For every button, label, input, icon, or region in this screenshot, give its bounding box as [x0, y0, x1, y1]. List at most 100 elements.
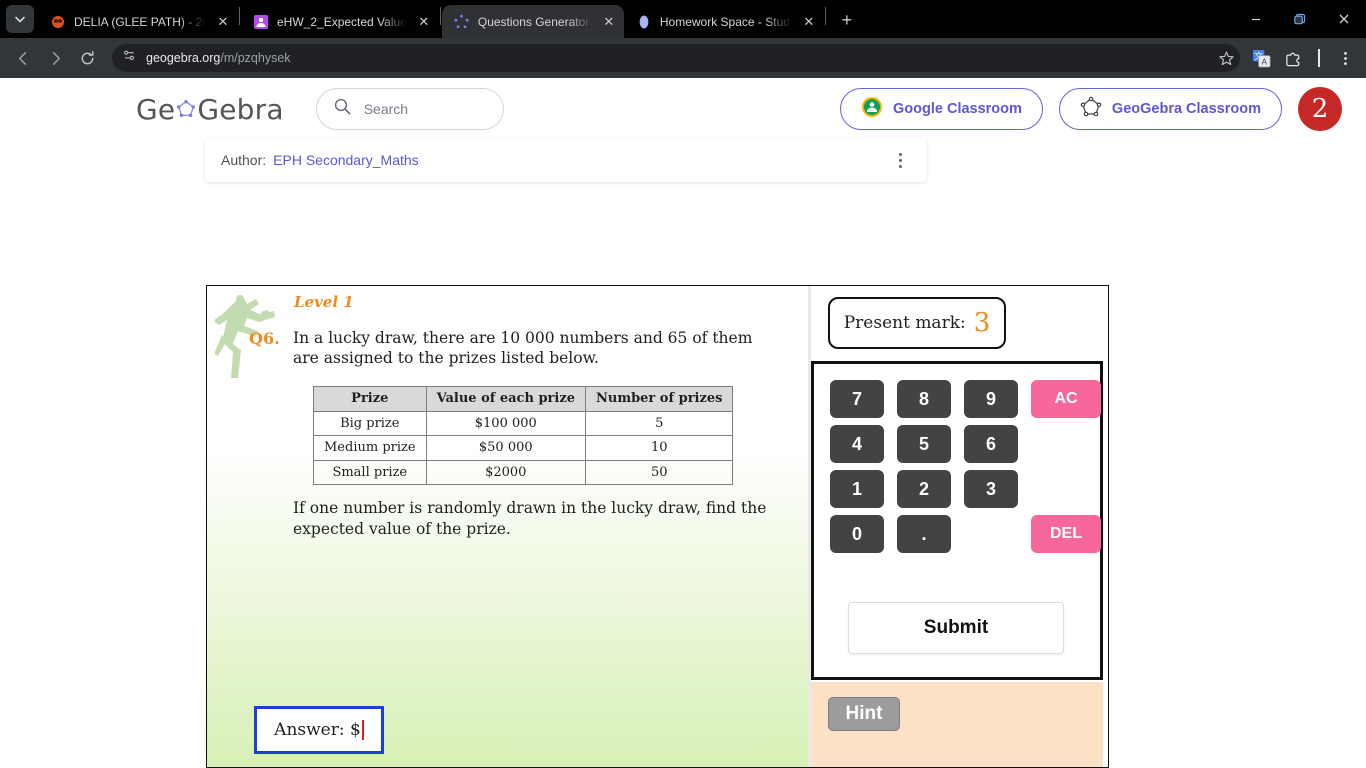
key-3[interactable]: 3 [964, 470, 1018, 508]
key-1[interactable]: 1 [830, 470, 884, 508]
key-9[interactable]: 9 [964, 380, 1018, 418]
table-header-cell: Value of each prize [425, 386, 586, 412]
question-text-part2: If one number is randomly drawn in the l… [293, 499, 767, 538]
key-decimal-point[interactable]: . [897, 515, 951, 553]
site-settings-icon[interactable] [122, 48, 137, 68]
key-6[interactable]: 6 [964, 425, 1018, 463]
forward-arrow-icon[interactable] [40, 43, 70, 73]
key-8[interactable]: 8 [897, 380, 951, 418]
author-card: Author: EPH Secondary_Maths [205, 138, 927, 182]
browser-menu-icon[interactable] [1332, 45, 1358, 71]
table-row: Medium prize $50 000 10 [313, 435, 734, 461]
key-2[interactable]: 2 [897, 470, 951, 508]
back-arrow-icon[interactable] [8, 43, 38, 73]
search-input[interactable] [363, 101, 484, 117]
present-mark-box: Present mark: 3 [828, 297, 1006, 349]
page-content: Ge Gebra Search Google Classroom GeoGebr… [0, 78, 1366, 768]
tab-title: DELIA (GLEE PATH) - 2022-202 [74, 14, 206, 29]
author-label: Author: [221, 152, 267, 168]
ehw-favicon [253, 14, 269, 30]
geogebra-header: Ge Gebra Search Google Classroom GeoGebr… [0, 78, 1366, 140]
prize-table: Prize Value of each prize Number of priz… [313, 386, 734, 486]
question-text-part1: In a lucky draw, there are 10 000 number… [293, 329, 753, 368]
tab-separator [439, 6, 441, 25]
numeric-keypad: 7 8 9 AC 4 5 6 1 2 3 0 . DEL [830, 380, 1101, 553]
key-4[interactable]: 4 [830, 425, 884, 463]
tab-search-button[interactable] [6, 5, 34, 33]
browser-tab-3-active[interactable]: Questions Generator 3B Ch11 E ✕ [441, 5, 624, 38]
key-spacer [964, 515, 1018, 553]
geogebra-classroom-icon [1080, 96, 1102, 122]
svg-text:A: A [1261, 57, 1267, 66]
geogebra-logo-text-1: Ge [136, 92, 176, 126]
tab-close-button-1[interactable]: ✕ [214, 13, 232, 31]
url-path: /m/pzqhysek [220, 51, 291, 65]
browser-toolbar: geogebra.org/m/pzqhysek 文A [0, 38, 1366, 78]
tab-strip: DELIA (GLEE PATH) - 2022-202 ✕ eHW_2_Exp… [0, 0, 1366, 38]
delia-favicon [50, 14, 66, 30]
table-cell: Small prize [313, 459, 427, 486]
tab-title: Homework Space - StudyX [659, 14, 792, 29]
tab-close-button-3[interactable]: ✕ [600, 13, 618, 31]
tab-close-button-4[interactable]: ✕ [800, 13, 818, 31]
studyx-favicon [636, 14, 652, 30]
geogebra-logo-text-2: Gebra [197, 92, 284, 126]
tab-close-button-2[interactable]: ✕ [415, 13, 433, 31]
hint-button[interactable]: Hint [828, 697, 900, 731]
key-7[interactable]: 7 [830, 380, 884, 418]
reload-icon[interactable] [72, 43, 102, 73]
browser-tab-1[interactable]: DELIA (GLEE PATH) - 2022-202 ✕ [38, 5, 238, 38]
table-header-cell: Prize [313, 386, 427, 412]
calculator-box: 7 8 9 AC 4 5 6 1 2 3 0 . DEL Submit [811, 361, 1103, 680]
kebab-menu-icon[interactable] [889, 149, 911, 171]
answer-panel: Present mark: 3 7 8 9 AC 4 5 6 1 2 3 0 .… [811, 286, 1107, 767]
browser-window: DELIA (GLEE PATH) - 2022-202 ✕ eHW_2_Exp… [0, 0, 1366, 768]
header-actions: Google Classroom GeoGebra Classroom 2 [840, 87, 1342, 131]
geogebra-classroom-button[interactable]: GeoGebra Classroom [1058, 88, 1282, 130]
author-link[interactable]: EPH Secondary_Maths [273, 152, 419, 168]
google-classroom-button[interactable]: Google Classroom [840, 88, 1043, 130]
toolbar-divider [1318, 49, 1320, 67]
geogebra-applet: Level 1 Q6. In a lucky draw, there are 1… [206, 285, 1109, 768]
present-mark-value: 3 [973, 308, 991, 338]
browser-tab-4[interactable]: Homework Space - StudyX ✕ [623, 5, 824, 38]
table-cell: 5 [584, 410, 734, 437]
answer-label: Answer: $ [274, 720, 361, 740]
avatar[interactable]: 2 [1298, 87, 1342, 131]
key-0[interactable]: 0 [830, 515, 884, 553]
table-cell: $2000 [425, 459, 586, 486]
geogebra-logo[interactable]: Ge Gebra [136, 93, 284, 126]
address-bar[interactable]: geogebra.org/m/pzqhysek [112, 44, 1240, 72]
maximize-button[interactable] [1278, 0, 1322, 38]
table-row: Small prize $2000 50 [313, 459, 734, 486]
bookmark-star-icon[interactable] [1212, 44, 1240, 72]
geogebra-classroom-label: GeoGebra Classroom [1111, 101, 1261, 117]
minimize-button[interactable] [1234, 0, 1278, 38]
close-window-button[interactable] [1322, 0, 1366, 38]
key-5[interactable]: 5 [897, 425, 951, 463]
table-cell: Medium prize [313, 435, 427, 461]
geogebra-favicon [454, 14, 470, 30]
submit-button[interactable]: Submit [848, 602, 1064, 654]
table-header-row: Prize Value of each prize Number of priz… [313, 386, 734, 412]
table-cell: 50 [584, 459, 734, 486]
key-del[interactable]: DEL [1031, 515, 1101, 553]
search-box[interactable] [315, 88, 504, 130]
tab-title: eHW_2_Expected Value [277, 14, 407, 29]
search-icon [333, 97, 352, 121]
table-cell: $100 000 [425, 410, 586, 437]
tab-separator [239, 6, 240, 25]
question-number: Q6. [249, 329, 280, 348]
translate-icon[interactable]: 文A [1248, 45, 1274, 71]
window-controls [1234, 0, 1366, 38]
browser-tab-2[interactable]: eHW_2_Expected Value ✕ [241, 5, 439, 38]
question-panel: Level 1 Q6. In a lucky draw, there are 1… [207, 286, 808, 767]
geogebra-logo-mark-icon [176, 93, 196, 126]
extensions-icon[interactable] [1280, 45, 1306, 71]
new-tab-button[interactable]: + [833, 6, 861, 34]
text-caret [361, 720, 364, 740]
key-ac[interactable]: AC [1031, 380, 1101, 418]
present-mark-label: Present mark: [843, 313, 966, 333]
key-spacer [1031, 470, 1101, 508]
answer-input-box[interactable]: Answer: $ [254, 706, 384, 754]
